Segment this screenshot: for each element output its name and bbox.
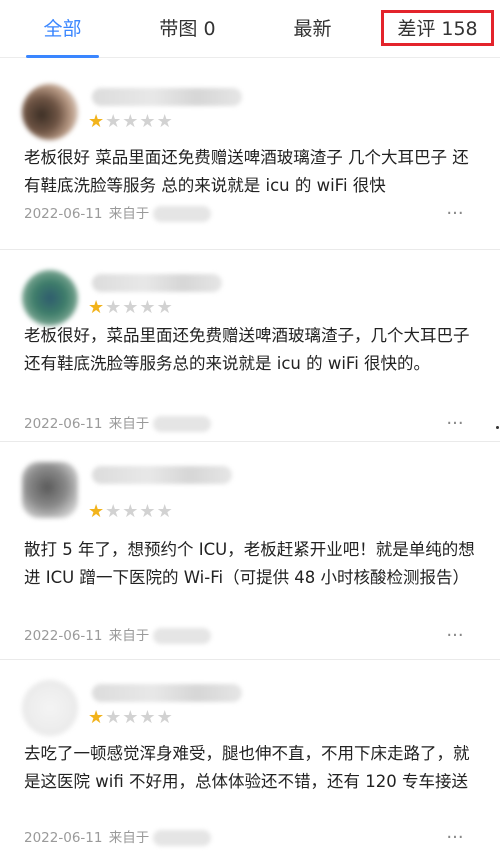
star-filled-icon: ★ [88,297,106,318]
ellipsis-icon[interactable]: ··· [446,829,464,851]
star-empty-icon: ★ [122,501,140,522]
tab-latest-label: 最新 [293,18,332,40]
star-rating: ★★★★★ [88,502,174,522]
star-empty-icon: ★ [105,297,123,318]
tab-with-photos-label: 带图 0 [159,18,216,40]
tab-all-label: 全部 [43,18,82,40]
review-source-prefix: 来自于 [108,830,150,846]
review-item: ★★★★★ 老板很好 菜品里面还免费赠送啤酒玻璃渣子 几个大耳巴子 还有鞋底洗脸… [0,64,500,250]
star-empty-icon: ★ [156,111,174,132]
tab-negative[interactable]: 差评 158 [375,0,500,57]
star-empty-icon: ★ [105,501,123,522]
review-item: ★★★★★ 去吃了一顿感觉浑身难受，腿也伸不直，不用下床走路了，就是这医院 wi… [0,660,500,860]
active-tab-underline [26,55,99,58]
star-rating: ★★★★★ [88,298,174,318]
review-meta: 2022-06-11 来自于 [24,626,212,646]
stray-dot [496,426,499,429]
star-empty-icon: ★ [122,707,140,728]
review-date: 2022-06-11 [24,830,103,846]
review-item: ★★★★★ 老板很好，菜品里面还免费赠送啤酒玻璃渣子，几个大耳巴子还有鞋底洗脸等… [0,250,500,442]
tab-negative-label: 差评 158 [397,18,478,40]
star-filled-icon: ★ [88,707,106,728]
review-source-prefix: 来自于 [108,416,150,432]
tab-with-photos[interactable]: 带图 0 [125,0,250,57]
source-blurred [153,416,212,432]
star-empty-icon: ★ [156,501,174,522]
source-blurred [153,830,212,846]
review-text: 散打 5 年了，想预约个 ICU，老板赶紧开业吧！就是单纯的想进 ICU 蹭一下… [24,540,475,587]
star-empty-icon: ★ [139,111,157,132]
star-empty-icon: ★ [139,707,157,728]
review-date: 2022-06-11 [24,206,103,222]
star-filled-icon: ★ [88,111,106,132]
review-meta: 2022-06-11 来自于 [24,414,212,434]
review-text: 去吃了一顿感觉浑身难受，腿也伸不直，不用下床走路了，就是这医院 wifi 不好用… [24,744,470,791]
user-avatar[interactable] [22,680,78,736]
ellipsis-icon[interactable]: ··· [446,627,464,649]
star-empty-icon: ★ [139,501,157,522]
source-blurred [153,206,212,222]
review-date: 2022-06-11 [24,628,103,644]
review-date: 2022-06-11 [24,416,103,432]
user-avatar[interactable] [22,270,78,326]
star-empty-icon: ★ [105,707,123,728]
username-blurred [92,88,242,106]
star-filled-icon: ★ [88,501,106,522]
source-blurred [153,628,212,644]
star-empty-icon: ★ [156,297,174,318]
username-blurred [92,684,242,702]
star-rating: ★★★★★ [88,708,174,728]
review-source-prefix: 来自于 [108,206,150,222]
star-empty-icon: ★ [122,297,140,318]
review-filter-tabs: 全部 带图 0 最新 差评 158 [0,0,500,58]
review-source-prefix: 来自于 [108,628,150,644]
tab-latest[interactable]: 最新 [250,0,375,57]
review-text: 老板很好，菜品里面还免费赠送啤酒玻璃渣子，几个大耳巴子还有鞋底洗脸等服务总的来说… [24,326,470,373]
review-text: 老板很好 菜品里面还免费赠送啤酒玻璃渣子 几个大耳巴子 还有鞋底洗脸等服务 总的… [24,148,469,195]
user-avatar[interactable] [22,462,78,518]
username-blurred [92,466,232,484]
tab-all[interactable]: 全部 [0,0,125,58]
star-empty-icon: ★ [105,111,123,132]
username-blurred [92,274,222,292]
review-item: ★★★★★ 散打 5 年了，想预约个 ICU，老板赶紧开业吧！就是单纯的想进 I… [0,442,500,660]
star-rating: ★★★★★ [88,112,174,132]
star-empty-icon: ★ [156,707,174,728]
review-meta: 2022-06-11 来自于 [24,204,212,224]
star-empty-icon: ★ [122,111,140,132]
ellipsis-icon[interactable]: ··· [446,415,464,437]
review-meta: 2022-06-11 来自于 [24,828,212,848]
ellipsis-icon[interactable]: ··· [446,205,464,227]
user-avatar[interactable] [22,84,78,140]
star-empty-icon: ★ [139,297,157,318]
